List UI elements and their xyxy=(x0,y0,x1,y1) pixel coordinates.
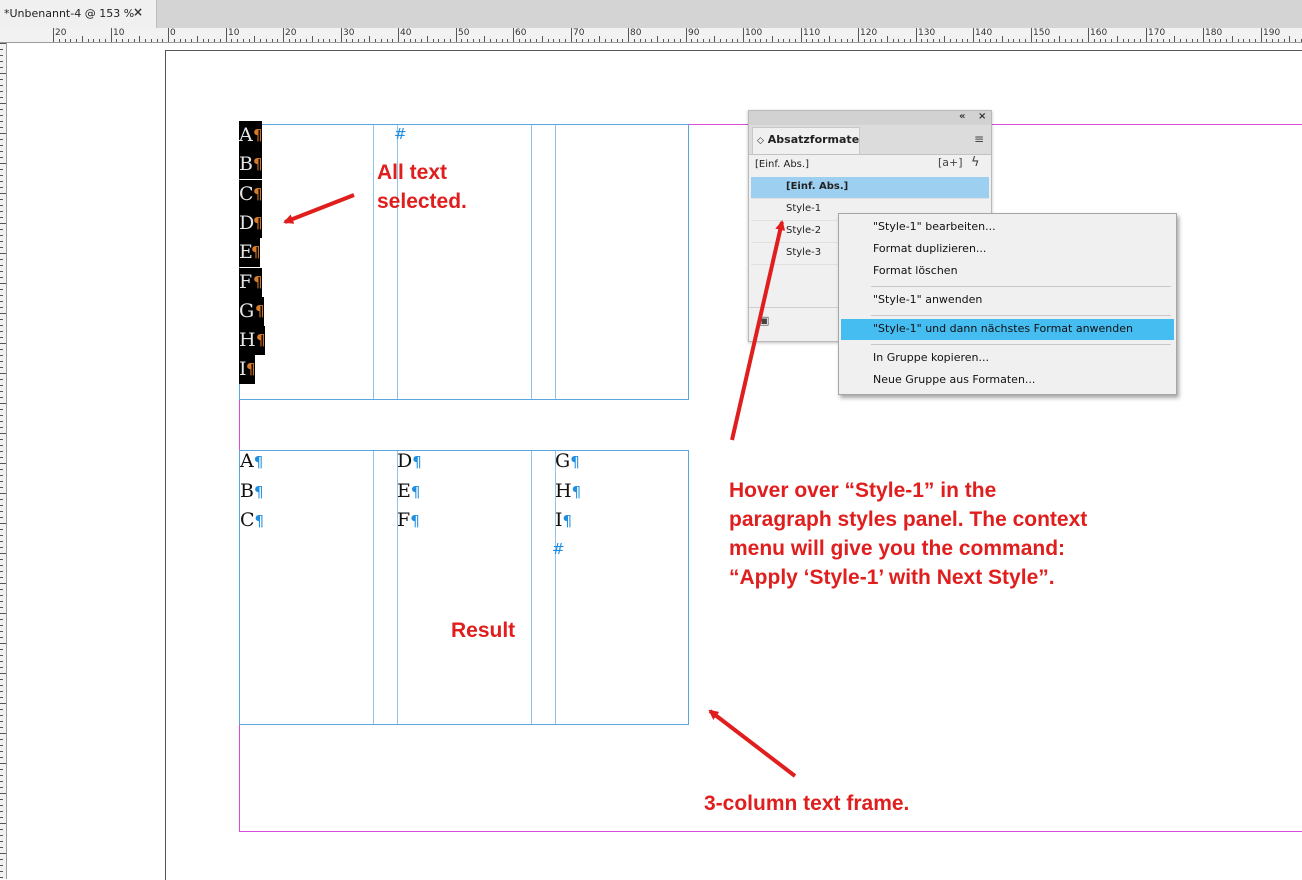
arrow-to-selection xyxy=(283,193,355,224)
arrow-to-text-frame xyxy=(708,709,797,778)
annotation-arrows xyxy=(283,193,797,778)
arrow-to-style-1 xyxy=(730,220,786,441)
